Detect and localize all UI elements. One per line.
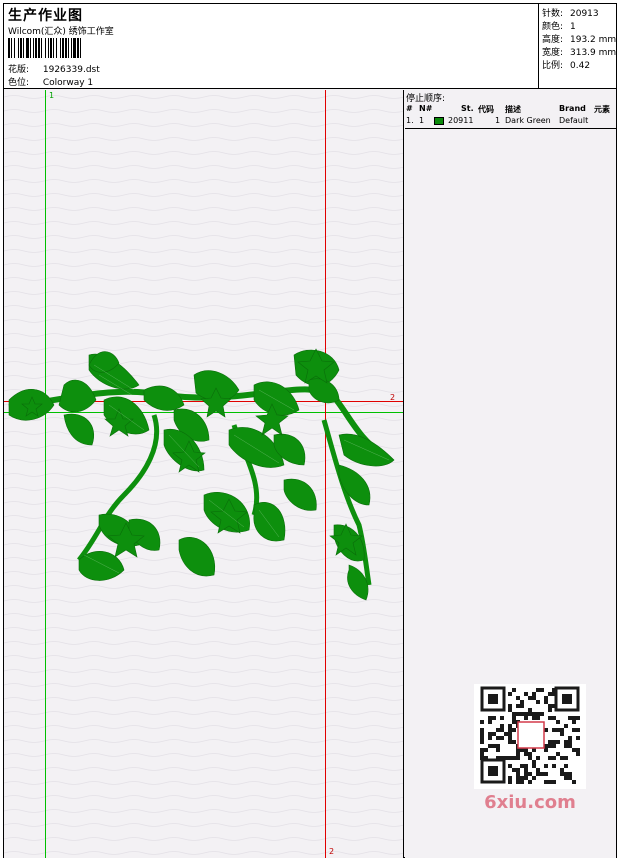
col-description: 描述 xyxy=(505,105,521,114)
row-stitches: 20911 xyxy=(448,116,474,125)
production-sheet: 生产作业图 Wilcom(汇众) 绣饰工作室 花版: 1926339.dst 色… xyxy=(3,3,617,858)
design-stats: 针数: 20913 颜色: 1 高度: 193.2 mm 宽度: 313.9 mm 比例… xyxy=(540,4,616,89)
col-stitches: St. xyxy=(461,104,474,113)
company-name: Wilcom(汇众) 绣饰工作室 xyxy=(8,27,114,37)
guide-marker-red-vertical: 2 xyxy=(329,847,335,856)
panel-divider xyxy=(405,128,616,129)
stat-height: 高度: 193.2 mm xyxy=(542,35,617,45)
colorway-value: Colorway 1 xyxy=(42,78,94,88)
seal-icon xyxy=(517,721,545,749)
row-description: Dark Green xyxy=(505,116,551,125)
col-brand: Brand xyxy=(559,104,586,113)
stat-stitches: 针数: 20913 xyxy=(542,9,599,19)
watermark: 6xiu.com xyxy=(474,684,586,814)
page-title: 生产作业图 xyxy=(8,8,83,24)
guide-marker-green: 1 xyxy=(49,91,55,100)
col-code: 代码 xyxy=(478,105,494,114)
row-code: 1 xyxy=(495,116,501,125)
stop-sequence-table: # N# St. 代码 描述 Brand 元素 1. 1 20911 1 Dar… xyxy=(405,103,616,127)
colorway-label: 色位: xyxy=(8,78,30,88)
pattern-value: 1926339.dst xyxy=(42,65,100,75)
stat-scale: 比例: 0.42 xyxy=(542,61,591,71)
stat-width: 宽度: 313.9 mm xyxy=(542,48,617,58)
sheet-header: 生产作业图 Wilcom(汇众) 绣饰工作室 花版: 1926339.dst 色… xyxy=(4,4,616,89)
pattern-line: 花版: 1926339.dst xyxy=(8,62,100,75)
col-needle: N# xyxy=(419,104,433,113)
row-needle: 1 xyxy=(419,116,425,125)
row-brand: Default xyxy=(559,116,589,125)
embroidery-design xyxy=(8,348,395,601)
pattern-label: 花版: xyxy=(8,65,30,75)
row-num: 1. xyxy=(406,116,414,125)
colorway-line: 色位: Colorway 1 xyxy=(8,75,93,88)
barcode xyxy=(8,38,148,58)
col-num: # xyxy=(406,104,413,113)
stat-colors: 颜色: 1 xyxy=(542,22,576,32)
table-header: # N# St. 代码 描述 Brand 元素 xyxy=(405,103,616,115)
design-canvas: 1 2 2 xyxy=(4,90,404,858)
header-info: 生产作业图 Wilcom(汇众) 绣饰工作室 花版: 1926339.dst 色… xyxy=(4,4,539,89)
table-row: 1. 1 20911 1 Dark Green Default xyxy=(405,115,616,127)
color-swatch xyxy=(434,117,444,125)
barcode-bar xyxy=(81,38,83,58)
col-element: 元素 xyxy=(594,105,610,114)
watermark-text: 6xiu.com xyxy=(484,792,576,813)
qr-code-icon xyxy=(474,684,586,789)
